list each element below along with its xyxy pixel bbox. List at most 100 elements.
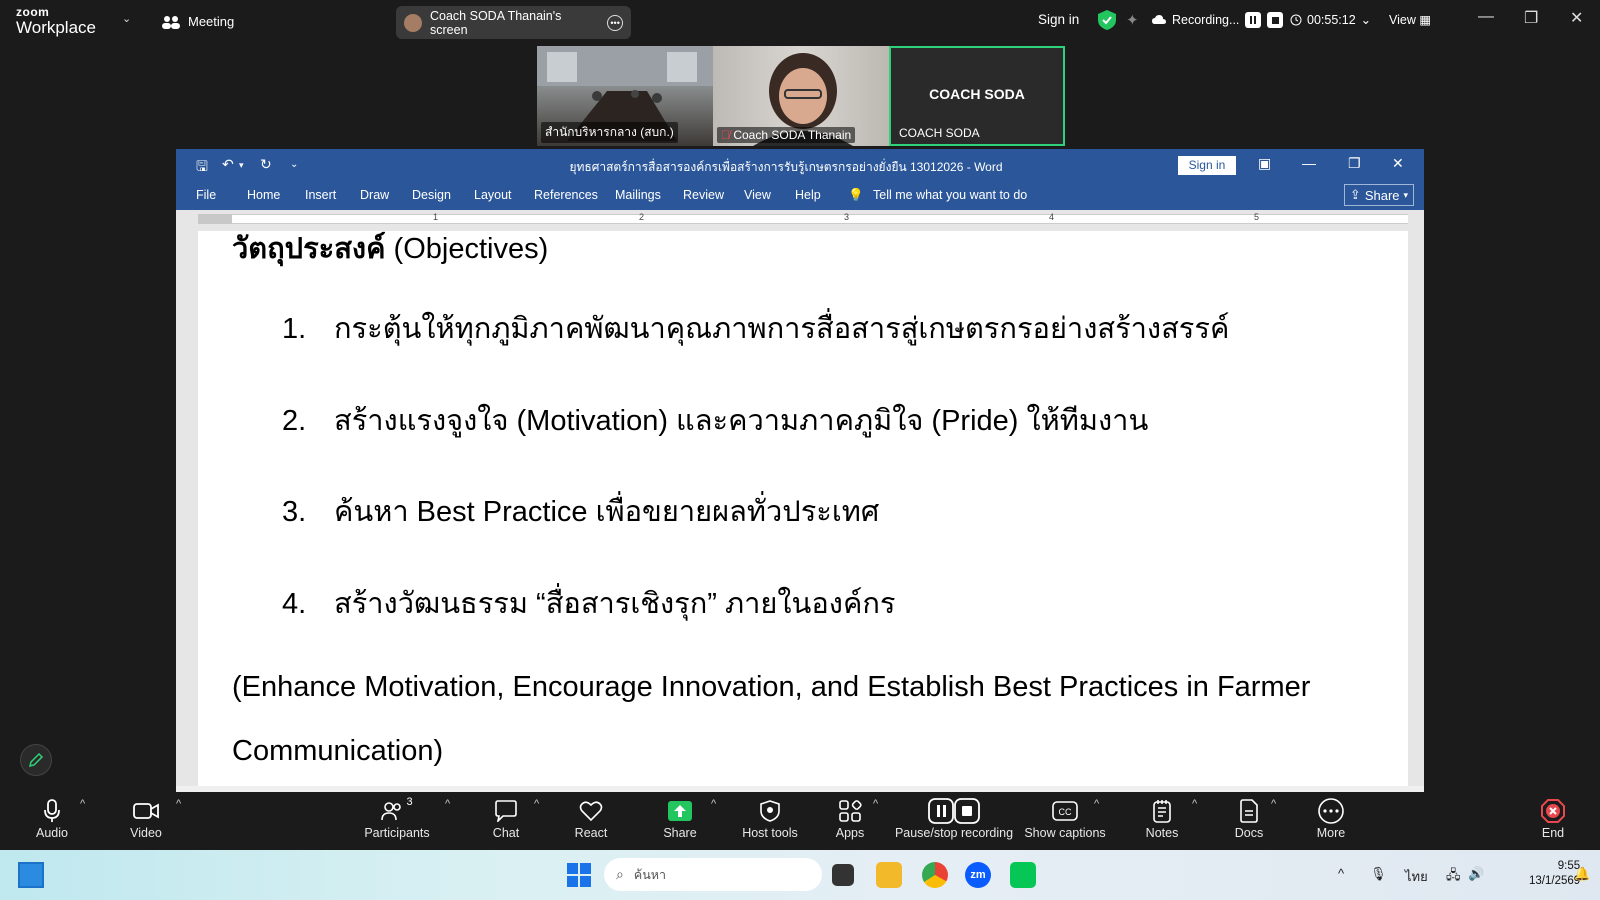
language-indicator[interactable]: ไทย [1405,866,1428,887]
tell-me-search[interactable]: Tell me what you want to do [873,188,1027,202]
undo-icon[interactable]: ↶ [222,156,234,173]
apps-button[interactable]: Apps [833,796,867,848]
microphone-icon[interactable]: 🎙 [1370,866,1387,882]
chevron-up-icon[interactable]: ^ [873,798,878,810]
list-text: กระตุ้นให้ทุกภูมิภาคพัฒนาคุณภาพการสื่อสา… [334,313,1230,345]
chevron-up-icon[interactable]: ^ [445,798,450,810]
video-tile-speaker[interactable]: 🎙̸ Coach SODA Thanain [713,46,889,146]
chevron-up-icon[interactable]: ^ [176,798,181,810]
chevron-up-icon[interactable]: ^ [1338,866,1344,881]
tab-file[interactable]: File [196,188,216,202]
video-tile-active[interactable]: COACH SODA COACH SODA [889,46,1065,146]
network-icon[interactable]: 🖧 [1446,866,1461,888]
document-page[interactable]: วัตถุประสงค์ (Objectives) 1. กระตุ้นให้ทุ… [198,231,1408,786]
volume-icon[interactable]: 🔊 [1468,866,1484,882]
pause-recording-button[interactable] [1245,12,1262,28]
file-explorer-icon[interactable] [876,862,902,888]
participants-button[interactable]: 3 Participants [364,796,430,848]
tab-help[interactable]: Help [795,188,821,202]
participant-name: สำนักบริหารกลาง (สบก.) [541,122,678,143]
host-tools-button[interactable]: Host tools [740,796,800,848]
sign-in-link[interactable]: Sign in [1038,12,1079,27]
chevron-up-icon[interactable]: ^ [1192,798,1197,810]
chevron-up-icon[interactable]: ^ [1271,798,1276,810]
chevron-up-icon[interactable]: ^ [711,798,716,810]
screen-share-indicator[interactable]: Coach SODA Thanain's screen ••• [396,6,631,39]
end-label: End [1541,826,1565,840]
close-icon[interactable]: ✕ [1570,8,1583,28]
share-screen-button[interactable]: Share [660,796,700,848]
save-icon[interactable]: 🖫 [196,156,208,180]
tab-home[interactable]: Home [247,188,280,202]
audio-button[interactable]: Audio [34,796,70,848]
customize-toolbar-icon[interactable]: ⌄ [290,159,298,170]
task-view-icon[interactable] [832,864,854,886]
line-app-icon[interactable] [1010,862,1036,888]
zoom-app-icon[interactable]: zm [965,862,991,888]
more-options-icon[interactable]: ••• [607,14,623,31]
restore-icon[interactable]: ❐ [1524,8,1538,28]
video-tile-room[interactable]: สำนักบริหารกลาง (สบก.) [537,46,713,146]
text-cursor-icon: I [566,596,572,616]
ruler-number: 4 [1049,212,1055,222]
annotate-pencil-icon[interactable] [20,744,52,776]
list-item: 1. กระตุ้นให้ทุกภูมิภาคพัฒนาคุณภาพการสื่อ… [282,305,1229,351]
tab-view[interactable]: View [744,188,771,202]
notification-icon[interactable]: 🔔 [1574,866,1590,882]
chevron-up-icon[interactable]: ^ [1094,798,1099,810]
close-icon[interactable]: ✕ [1392,155,1404,172]
video-button[interactable]: Video [126,796,166,848]
more-icon [1318,798,1344,824]
chat-label: Chat [492,826,520,840]
tab-mailings[interactable]: Mailings [615,188,661,202]
participant-name-label: 🎙̸ Coach SODA Thanain [717,127,856,143]
meeting-menu[interactable]: Meeting [162,14,234,29]
tab-draw[interactable]: Draw [360,188,389,202]
chevron-down-icon[interactable]: ▾ [239,160,244,171]
tab-references[interactable]: References [534,188,598,202]
chevron-up-icon[interactable]: ^ [80,798,85,810]
redo-icon[interactable]: ↻ [260,156,272,173]
end-meeting-button[interactable]: End [1536,796,1570,848]
tab-layout[interactable]: Layout [474,188,512,202]
list-item: 2. สร้างแรงจูงใจ (Motivation) และความภาคภ… [282,397,1148,443]
view-menu[interactable]: View ▦ [1389,12,1431,27]
chevron-down-icon[interactable]: ⌄ [122,12,131,25]
minimize-icon[interactable]: — [1478,8,1494,26]
tab-design[interactable]: Design [412,188,451,202]
participant-name: Coach SODA Thanain [733,128,852,142]
ruler-number: 5 [1254,212,1260,222]
pause-stop-recording-button[interactable]: Pause/stop recording [895,796,1013,848]
more-button[interactable]: More [1314,796,1348,848]
restore-icon[interactable]: ❐ [1348,155,1361,172]
tab-review[interactable]: Review [683,188,724,202]
horizontal-ruler[interactable]: 1 2 3 4 5 [176,210,1424,228]
clock-icon [1290,14,1302,25]
notes-button[interactable]: Notes [1144,796,1180,848]
shield-check-icon[interactable] [1098,10,1116,30]
widgets-icon[interactable] [18,862,44,888]
chat-icon [495,800,517,822]
ribbon-display-icon[interactable]: ▣ [1258,155,1271,172]
taskbar-search[interactable]: ⌕ ค้นหา [604,858,822,891]
minimize-icon[interactable]: — [1302,155,1316,171]
chat-button[interactable]: Chat [489,796,523,848]
chrome-icon[interactable] [922,862,948,888]
sparkle-icon[interactable]: ✦ [1126,11,1139,29]
chevron-up-icon[interactable]: ^ [534,798,539,810]
windows-start-icon[interactable] [566,862,592,888]
docs-button[interactable]: Docs [1232,796,1266,848]
share-button[interactable]: ⇪ Share ▾ [1344,184,1414,206]
zoom-toolbar: Audio ^ Video ^ 3 Participants ^ Chat ^ … [0,792,1600,850]
word-sign-in-button[interactable]: Sign in [1178,156,1236,175]
document-title: ยุทธศาสตร์การสื่อสารองค์กรเพื่อสร้างการร… [569,160,1003,174]
react-button[interactable]: React [572,796,610,848]
meeting-timer[interactable]: 00:55:12 ⌄ [1290,12,1371,27]
word-title-bar: 🖫 ↶ ▾ ↻ ⌄ ยุทธศาสตร์การสื่อสารองค์กรเพื่… [176,149,1424,180]
stop-recording-button[interactable] [1267,12,1284,28]
recording-status: Recording... [1152,12,1284,28]
tab-insert[interactable]: Insert [305,188,336,202]
show-captions-button[interactable]: CC Show captions [1024,796,1106,848]
ruler-number: 1 [433,212,439,222]
system-clock[interactable]: 9:55 13/1/2569 [1529,859,1580,889]
